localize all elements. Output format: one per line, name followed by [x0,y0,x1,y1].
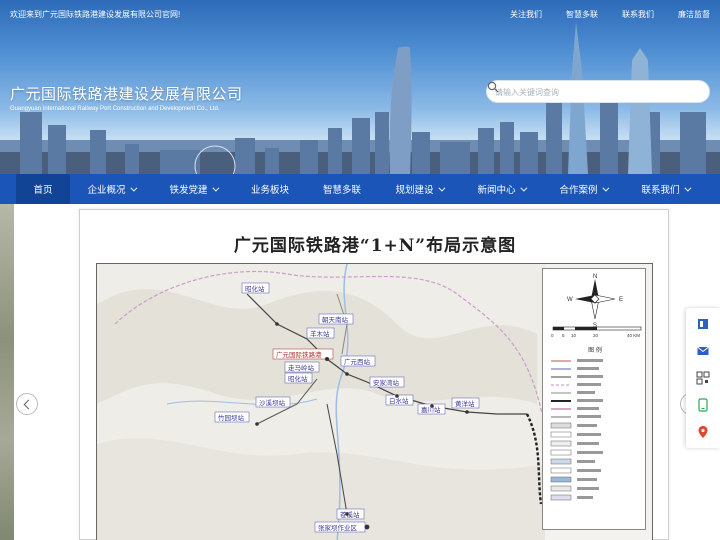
hero-slider: 广元国际铁路港“1+N”布局示意图 昭化站 朝天南站 羊木站 广元国际铁路港 走… [0,204,720,540]
station-label: 广元国际铁路港 [276,350,322,359]
compass-north: N [593,274,597,280]
station-label: 走马岭站 [288,363,315,372]
station-label: 竹园坝站 [218,413,245,422]
station-label: 沙溪坝站 [259,398,286,407]
map-legend: N S W E 0 5 10 20 40 KM 图 例 [542,268,646,530]
nav-planning[interactable]: 规划建设 [378,174,460,204]
chevron-down-icon [601,184,609,192]
nav-smart-multimodal[interactable]: 智慧多联 [306,174,378,204]
station-label: 昭化站 [245,284,265,293]
chevron-down-icon [437,184,445,192]
nav-label: 新闻中心 [477,185,516,196]
nav-label: 规划建设 [395,185,434,196]
station-label: 羊木站 [310,329,330,338]
top-link-smart[interactable]: 智慧多联 [542,9,598,20]
nav-label: 智慧多联 [322,185,361,196]
nav-label: 铁发党建 [169,185,208,196]
chevron-left-icon [23,399,34,409]
top-link-follow[interactable]: 关注我们 [486,9,542,20]
book-icon[interactable] [696,317,710,331]
search-box [486,80,710,103]
top-link-contact[interactable]: 联系我们 [598,9,654,20]
nav-label: 联系我们 [641,185,680,196]
station-label: 昭化站 [288,374,308,383]
nav-label: 合作案例 [559,185,598,196]
chevron-down-icon [683,184,691,192]
nav-party-building[interactable]: 铁发党建 [152,174,234,204]
qrcode-icon[interactable] [696,371,710,385]
station-label: 广元西站 [344,357,371,366]
top-links: 关注我们 智慧多联 联系我们 廉洁监督 [486,9,710,20]
company-name-en: Guangyuan International Railway Port Con… [10,106,220,112]
chevron-down-icon [519,184,527,192]
main-nav: 首页 企业概况 铁发党建 业务板块 智慧多联 规划建设 新闻中心 合作案例 联系… [0,174,720,204]
nav-label: 业务板块 [250,185,289,196]
phone-icon[interactable] [696,398,710,412]
chevron-down-icon [129,184,137,192]
nav-cases[interactable]: 合作案例 [542,174,624,204]
top-bar: 欢迎来到广元国际铁路港建设发展有限公司官网! 关注我们 智慧多联 联系我们 廉洁… [0,0,720,26]
mail-icon[interactable] [696,344,710,358]
legend-graphic: N S W E 0 5 10 20 40 KM [550,274,642,501]
scale-label: 0 [551,333,554,338]
station-label: 黄洋站 [455,399,475,408]
nav-business[interactable]: 业务板块 [234,174,306,204]
station-label: 张家坝作业区 [318,523,358,532]
legend-title: 图 例 [588,348,602,354]
nav-news[interactable]: 新闻中心 [460,174,542,204]
layout-map: 昭化站 朝天南站 羊木站 广元国际铁路港 走马岭站 广元西站 昭化站 安家湾站 … [96,263,653,540]
nav-home[interactable]: 首页 [16,174,70,204]
slide-title: 广元国际铁路港“1+N”布局示意图 [233,236,517,256]
scale-label: 10 [571,333,577,338]
slider-prev-button[interactable] [16,393,38,415]
nav-contact[interactable]: 联系我们 [624,174,706,204]
scale-label: 40 KM [627,333,640,338]
compass-east: E [619,297,623,303]
chevron-down-icon [211,184,219,192]
slide-image[interactable]: 广元国际铁路港“1+N”布局示意图 昭化站 朝天南站 羊木站 广元国际铁路港 走… [79,209,669,540]
nav-label: 首页 [33,185,53,196]
search-input[interactable] [495,85,685,100]
nav-label: 企业概况 [87,185,126,196]
station-label: 苍溪站 [340,510,360,519]
page: 欢迎来到广元国际铁路港建设发展有限公司官网! 关注我们 智慧多联 联系我们 廉洁… [0,0,720,540]
welcome-text: 欢迎来到广元国际铁路港建设发展有限公司官网! [10,10,181,19]
company-name[interactable]: 广元国际铁路港建设发展有限公司 [10,83,243,104]
scale-label: 5 [562,333,565,338]
top-link-integrity[interactable]: 廉洁监督 [654,9,710,20]
scale-label: 20 [593,333,599,338]
station-label: 安家湾站 [373,378,400,387]
location-icon[interactable] [696,425,710,439]
nav-company-overview[interactable]: 企业概况 [70,174,152,204]
station-label: 朝天南站 [322,315,349,324]
floating-toolbar [686,308,720,448]
previous-slide-peek [0,204,14,540]
header-banner: 欢迎来到广元国际铁路港建设发展有限公司官网! 关注我们 智慧多联 联系我们 廉洁… [0,0,720,174]
compass-west: W [567,297,573,303]
search-icon[interactable] [487,81,499,93]
station-label: 白水站 [389,396,409,405]
